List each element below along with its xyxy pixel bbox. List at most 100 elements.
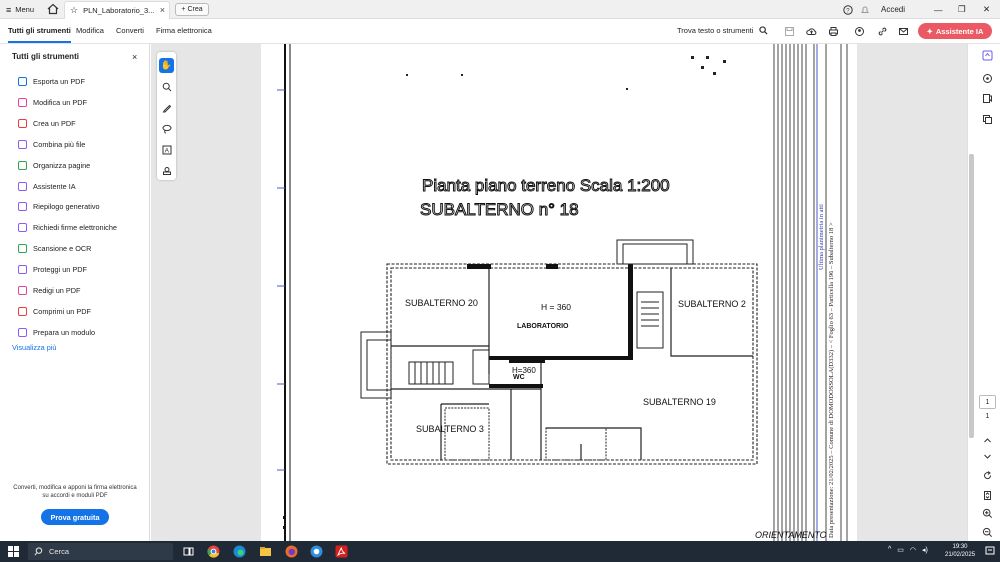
sidebar-item-label: Scansione e OCR	[33, 243, 92, 253]
zoom-out-icon[interactable]	[982, 527, 993, 538]
pdf-page: Pianta piano terreno Scala 1:200 SUBALTE…	[261, 44, 857, 541]
sidebar-item-generative-summary[interactable]: Riepilogo generativo	[18, 200, 100, 212]
minimize-button[interactable]: —	[934, 3, 943, 16]
scan-ocr-icon	[18, 243, 27, 253]
email-icon[interactable]	[898, 26, 909, 37]
text-tool-button[interactable]: A	[159, 142, 174, 157]
windows-start-icon[interactable]	[8, 546, 19, 557]
free-trial-button[interactable]: Prova gratuita	[41, 509, 109, 525]
document-tab[interactable]: ☆ PLN_Laboratorio_3... ×	[64, 1, 170, 19]
tab-esign[interactable]: Firma elettronica	[156, 26, 212, 35]
combine-files-icon	[18, 139, 27, 149]
show-more-link[interactable]: Visualizza più	[12, 343, 56, 352]
zoom-tool-button[interactable]	[159, 79, 174, 94]
sidebar-item-label: Combina più file	[33, 139, 86, 149]
tab-all-tools[interactable]: Tutti gli strumenti	[8, 26, 71, 43]
link-icon[interactable]	[877, 26, 888, 37]
sidebar-item-combine-files[interactable]: Combina più file	[18, 138, 85, 150]
restore-button[interactable]: ❐	[958, 3, 966, 16]
vertical-scrollbar[interactable]	[969, 154, 974, 438]
compress-pdf-icon	[18, 306, 27, 316]
volume-icon[interactable]: ◂)	[922, 546, 928, 557]
protect-pdf-icon	[18, 264, 27, 274]
page-total: 1	[985, 413, 990, 420]
ai-assistant-button[interactable]: ✦ Assistente IA	[918, 23, 992, 39]
room-height-label: H = 360	[541, 302, 571, 312]
taskbar-search-label: Cerca	[49, 547, 70, 556]
sidebar-item-protect-pdf[interactable]: Proteggi un PDF	[18, 263, 87, 275]
sidebar-item-label: Redigi un PDF	[33, 285, 81, 295]
page-number-input[interactable]: 1	[979, 395, 996, 409]
sidebar-item-compress-pdf[interactable]: Comprimi un PDF	[18, 305, 91, 317]
tab-edit[interactable]: Modifica	[76, 26, 104, 35]
notifications-icon[interactable]	[985, 546, 995, 556]
sidebar-item-label: Richiedi firme elettroniche	[33, 222, 117, 232]
comment-icon[interactable]	[982, 73, 993, 84]
sidebar-title: Tutti gli strumenti	[12, 52, 79, 61]
close-sidebar-icon[interactable]: ×	[132, 52, 137, 62]
menu-button[interactable]: ≡ Menu	[6, 3, 34, 16]
sidebar-item-redact-pdf[interactable]: Redigi un PDF	[18, 284, 80, 296]
lasso-tool-button[interactable]	[159, 121, 174, 136]
create-pdf-icon	[18, 118, 27, 128]
edge-icon[interactable]	[233, 545, 246, 558]
ai-panel-icon[interactable]	[982, 50, 993, 61]
new-tab-button[interactable]: + Crea	[175, 3, 209, 16]
wifi-icon[interactable]: ◠	[910, 546, 916, 557]
sidebar-item-create-pdf[interactable]: Crea un PDF	[18, 117, 76, 129]
sign-in-button[interactable]: Accedi	[881, 3, 905, 16]
tools-sidebar: Tutti gli strumenti × Esporta un PDF Modi…	[0, 44, 150, 541]
room-label-sub3: SUBALTERNO 3	[416, 424, 484, 434]
export-pdf-icon	[18, 76, 27, 86]
chevron-up-icon[interactable]	[982, 435, 993, 446]
bookmark-icon[interactable]	[982, 93, 993, 104]
firefox-icon[interactable]	[285, 545, 298, 558]
sidebar-item-organize-pages[interactable]: Organizza pagine	[18, 159, 90, 171]
network-icon[interactable]: ▭	[897, 546, 904, 557]
chevron-up-icon[interactable]: ^	[888, 546, 891, 557]
tab-convert[interactable]: Converti	[116, 26, 144, 35]
orientation-label: ORIENTAMENTO	[755, 530, 827, 540]
system-tray-icons[interactable]: ^ ▭ ◠ ◂)	[888, 546, 940, 557]
ai-sparkle-icon: ✦	[926, 26, 933, 36]
bell-icon[interactable]	[860, 3, 870, 16]
chevron-down-icon[interactable]	[982, 451, 993, 462]
document-side-stamp: Data presentazione: 21/02/2025 – Comune …	[828, 222, 835, 538]
sidebar-item-export-pdf[interactable]: Esporta un PDF	[18, 75, 85, 87]
taskbar-search[interactable]: Cerca	[28, 543, 173, 560]
clock[interactable]: 19:30 21/02/2025	[945, 543, 975, 559]
help-icon[interactable]: ?	[843, 3, 853, 16]
copy-pages-icon[interactable]	[982, 114, 993, 125]
collaborate-icon[interactable]	[854, 26, 865, 37]
chrome-icon[interactable]	[207, 545, 220, 558]
rotate-icon[interactable]	[982, 470, 993, 481]
sidebar-item-edit-pdf[interactable]: Modifica un PDF	[18, 96, 87, 108]
sidebar-item-ai-assistant[interactable]: Assistente IA	[18, 180, 76, 192]
close-window-button[interactable]: ✕	[983, 3, 990, 16]
tab-title: PLN_Laboratorio_3...	[83, 6, 155, 15]
close-tab-icon[interactable]: ×	[160, 5, 165, 15]
pen-tool-button[interactable]	[159, 100, 174, 115]
sidebar-item-prepare-form[interactable]: Prepara un modulo	[18, 326, 95, 338]
pen-icon	[162, 104, 171, 112]
file-explorer-icon[interactable]	[259, 545, 272, 558]
sidebar-item-scan-ocr[interactable]: Scansione e OCR	[18, 242, 91, 254]
zoom-in-icon[interactable]	[982, 508, 993, 519]
acrobat-icon[interactable]	[335, 545, 348, 558]
sidebar-item-label: Organizza pagine	[33, 160, 91, 170]
hand-tool-button[interactable]: ✋	[159, 58, 174, 73]
save-icon[interactable]	[784, 26, 795, 37]
fit-page-icon[interactable]	[982, 490, 993, 501]
find-tools-search[interactable]: Trova testo o strumenti	[677, 26, 768, 35]
app-icon[interactable]	[310, 545, 323, 558]
stamp-tool-button[interactable]	[159, 163, 174, 178]
search-icon	[34, 547, 43, 556]
print-icon[interactable]	[828, 26, 839, 37]
star-icon[interactable]: ☆	[70, 5, 78, 16]
home-icon[interactable]	[47, 3, 59, 15]
upload-cloud-icon[interactable]	[806, 26, 817, 37]
task-view-icon[interactable]	[182, 545, 195, 558]
zoom-icon	[162, 82, 171, 91]
sidebar-item-request-esign[interactable]: Richiedi firme elettroniche	[18, 221, 117, 233]
clock-time: 19:30	[952, 544, 968, 550]
